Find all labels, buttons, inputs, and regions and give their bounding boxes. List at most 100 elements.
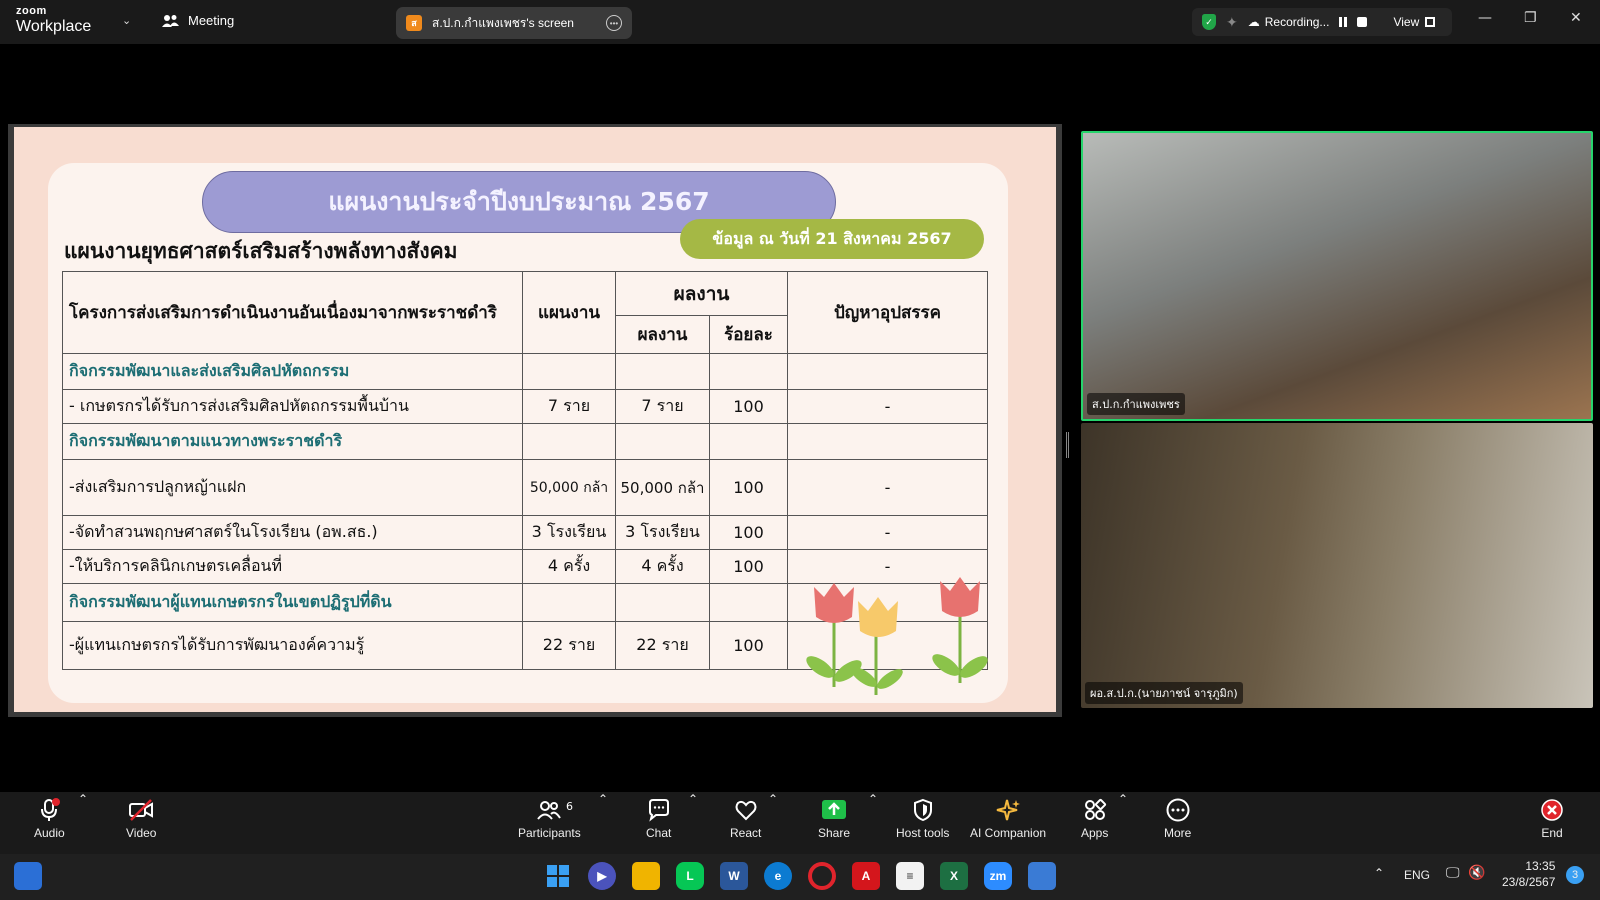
more-button[interactable]: More (1164, 798, 1191, 840)
host-shield-icon (913, 798, 932, 822)
file-explorer-icon[interactable] (632, 862, 660, 890)
video-off-icon (129, 799, 154, 821)
audio-options-caret[interactable]: ⌃ (78, 792, 88, 806)
word-icon[interactable]: W (720, 862, 748, 890)
photos-icon[interactable] (1028, 862, 1056, 890)
video-button[interactable]: Video (126, 798, 156, 840)
end-meeting-icon (1541, 799, 1563, 821)
chat-options-caret[interactable]: ⌃ (688, 792, 698, 806)
host-tools-button[interactable]: Host tools (896, 798, 949, 840)
screen-share-indicator[interactable]: ส ส.ป.ก.กำแพงเพชร's screen ••• (396, 7, 632, 39)
item-label: -ส่งเสริมการปลูกหญ้าแฝก (62, 459, 523, 516)
zoom-logo[interactable]: zoom Workplace (16, 6, 91, 35)
react-button[interactable]: React (730, 798, 761, 840)
end-button[interactable]: End (1540, 798, 1564, 840)
meeting-label: Meeting (188, 13, 235, 28)
category-label: กิจกรรมพัฒนาผู้แทนเกษตรกรในเขตปฏิรูปที่ด… (62, 583, 523, 622)
shield-check-icon[interactable]: ✓ (1202, 14, 1216, 30)
status-pill: ✓ ✦ ☁ Recording... View (1192, 8, 1452, 36)
chat-label: Chat (646, 826, 672, 840)
excel-icon[interactable]: X (940, 862, 968, 890)
stop-recording-icon[interactable] (1357, 17, 1368, 27)
opera-icon[interactable] (808, 862, 836, 890)
widgets-icon[interactable] (14, 862, 42, 890)
teams-meet-icon[interactable]: ▶ (588, 862, 616, 890)
share-label: Share (818, 826, 851, 840)
sparkle-icon[interactable]: ✦ (1226, 14, 1238, 31)
result-cell: 7 ราย (615, 389, 710, 424)
date-note: ข้อมูล ณ วันที่ 21 สิงหาคม 2567 (680, 219, 984, 259)
clock[interactable]: 13:35 23/8/2567 (1502, 858, 1555, 890)
chat-button[interactable]: Chat (646, 798, 671, 840)
header-percent: ร้อยละ (709, 315, 788, 354)
participant-name: ส.ป.ก.กำแพงเพชร (1087, 393, 1185, 415)
chevron-up-icon: ⌃ (868, 792, 879, 806)
table-row: กิจกรรมพัฒนาตามแนวทางพระราชดำริ (62, 423, 988, 460)
zoom-taskbar-icon[interactable]: zm (984, 862, 1012, 890)
volume-muted-icon[interactable]: 🔇 (1468, 864, 1485, 881)
slide-subtitle: แผนงานยุทธศาสตร์เสริมสร้างพลังทางสังคม (64, 239, 458, 263)
shared-slide: แผนงานประจำปีงบประมาณ 2567 ข้อมูล ณ วันท… (14, 127, 1056, 712)
recording-status[interactable]: ☁ Recording... (1248, 15, 1330, 29)
network-icon[interactable]: 🖵 (1446, 864, 1460, 881)
result-cell: 22 ราย (615, 621, 710, 670)
apps-icon (1084, 798, 1106, 820)
ai-sparkle-icon (996, 799, 1021, 821)
share-button[interactable]: Share (818, 798, 850, 840)
apps-options-caret[interactable]: ⌃ (1118, 792, 1128, 806)
ai-companion-button[interactable]: AI Companion (970, 798, 1046, 840)
top-bar: zoom Workplace ⌄ Meeting ส ส.ป.ก.กำแพงเพ… (0, 0, 1600, 44)
audio-button[interactable]: Audio (34, 798, 65, 840)
participant-name: ผอ.ส.ป.ก.(นายภาชน์ จารุภูมิก) (1085, 682, 1243, 704)
meeting-toolbar: Audio ⌃ Video Participants 6 ⌃ Chat ⌃ Re… (0, 792, 1600, 854)
chevron-up-icon: ⌃ (688, 792, 699, 806)
video-tile-top[interactable]: ส.ป.ก.กำแพงเพชร (1081, 131, 1593, 421)
result-cell: 50,000 กล้า (615, 459, 710, 516)
table-row: - เกษตรกรได้รับการส่งเสริมศิลปหัตถกรรมพื… (62, 389, 988, 424)
show-hidden-icons-icon[interactable]: ⌃ (1374, 866, 1384, 880)
percent-cell: 100 (709, 621, 788, 670)
close-icon[interactable]: ✕ (1570, 10, 1582, 26)
plan-cell: 50,000 กล้า (522, 459, 616, 516)
item-label: - เกษตรกรได้รับการส่งเสริมศิลปหัตถกรรมพื… (62, 389, 523, 424)
video-tile-bottom[interactable]: ผอ.ส.ป.ก.(นายภาชน์ จารุภูมิก) (1081, 423, 1593, 708)
restore-icon[interactable]: ❐ (1524, 10, 1537, 26)
minimize-icon[interactable]: — (1478, 10, 1492, 26)
chevron-down-icon[interactable]: ⌄ (122, 14, 131, 27)
notepad-icon[interactable]: ≡ (896, 862, 924, 890)
pause-recording-icon[interactable] (1339, 17, 1348, 27)
chevron-up-icon: ⌃ (78, 792, 89, 806)
participants-options-caret[interactable]: ⌃ (598, 792, 608, 806)
react-options-caret[interactable]: ⌃ (768, 792, 778, 806)
windows-taskbar: ▶ L W e A ≡ X zm ⌃ ENG 🖵 🔇 13:35 23/8/25… (0, 854, 1600, 900)
heart-icon (735, 800, 757, 821)
header-problem: ปัญหาอุปสรรค (787, 271, 988, 354)
acrobat-icon[interactable]: A (852, 862, 880, 890)
item-label: -ให้บริการคลินิกเกษตรเคลื่อนที่ (62, 549, 523, 584)
view-label: View (1393, 15, 1420, 29)
chevron-up-icon: ⌃ (768, 792, 779, 806)
plan-cell: 22 ราย (522, 621, 616, 670)
line-app-icon[interactable]: L (676, 862, 704, 890)
tulip-decoration (806, 577, 988, 695)
notification-badge[interactable]: 3 (1566, 866, 1584, 884)
panel-resize-handle[interactable] (1066, 432, 1069, 458)
share-options-caret[interactable]: ⌃ (868, 792, 878, 806)
header-result: ผลงาน (615, 315, 710, 354)
more-options-icon[interactable]: ••• (606, 15, 622, 31)
input-language[interactable]: ENG (1404, 868, 1430, 882)
share-screen-icon (822, 800, 847, 819)
meeting-button[interactable]: Meeting (162, 13, 234, 28)
logo-bottom-text: Workplace (16, 18, 92, 35)
start-logo (547, 865, 569, 887)
result-cell: 3 โรงเรียน (615, 515, 710, 550)
presenter-badge: ส (406, 15, 422, 31)
participants-count: 6 (566, 800, 573, 813)
apps-button[interactable]: Apps (1081, 798, 1108, 840)
view-button[interactable]: View (1393, 15, 1436, 29)
windows-start-icon[interactable] (544, 862, 572, 890)
result-cell: 4 ครั้ง (615, 549, 710, 584)
more-label: More (1164, 826, 1192, 840)
item-label: -จัดทำสวนพฤกษศาสตร์ในโรงเรียน (อพ.สธ.) (62, 515, 523, 550)
edge-icon[interactable]: e (764, 862, 792, 890)
